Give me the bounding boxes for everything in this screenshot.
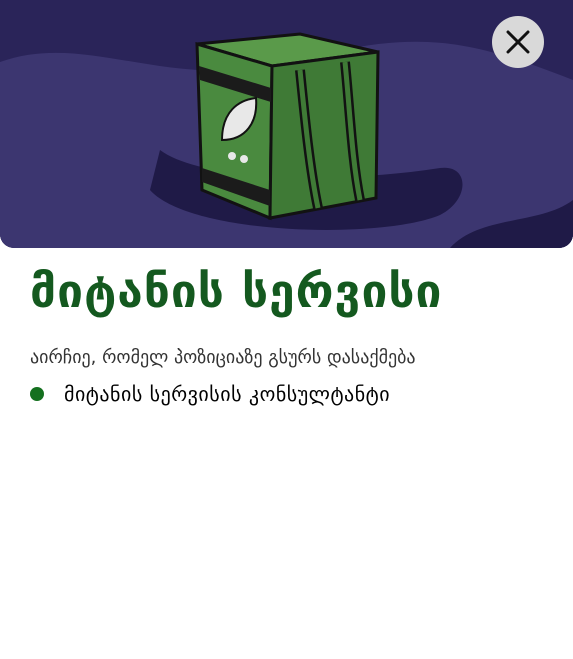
delivery-bag-illustration: [0, 0, 573, 248]
position-option[interactable]: მიტანის სერვისის კონსულტანტი: [30, 380, 390, 408]
bullet-dot-icon: [30, 387, 44, 401]
subtitle: აირჩიე, რომელ პოზიციაზე გსურს დასაქმება: [30, 347, 416, 368]
close-button[interactable]: [492, 16, 544, 68]
position-option-label: მიტანის სერვისის კონსულტანტი: [64, 382, 391, 406]
hero-banner: [0, 0, 573, 248]
page-title: მიტანის სერვისი: [30, 264, 443, 318]
close-icon: [506, 30, 530, 54]
